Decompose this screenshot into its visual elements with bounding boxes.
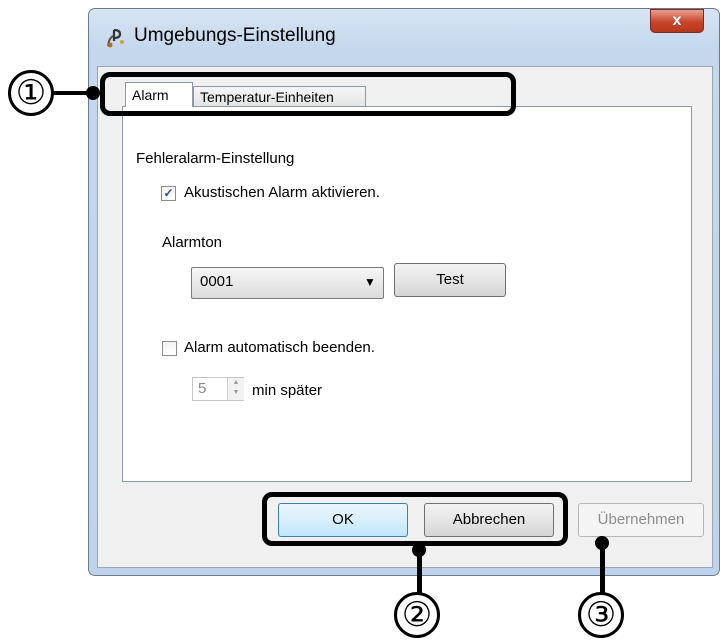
stepper-down-icon[interactable]: ▼ bbox=[228, 388, 244, 398]
close-icon: x bbox=[672, 12, 682, 29]
app-icon bbox=[104, 26, 128, 50]
window-title: Umgebungs-Einstellung bbox=[134, 25, 336, 46]
section-label-fehleralarm: Fehleralarm-Einstellung bbox=[136, 150, 295, 167]
callout-highlight-buttons bbox=[262, 492, 568, 546]
auto-stop-checkbox[interactable] bbox=[162, 341, 177, 356]
callout-dot-3 bbox=[595, 536, 609, 550]
minutes-value: 5 bbox=[198, 380, 207, 397]
auto-stop-label: Alarm automatisch beenden. bbox=[184, 339, 375, 356]
callout-dot-2 bbox=[412, 543, 426, 557]
close-button[interactable]: x bbox=[650, 9, 704, 33]
stepper-up-icon[interactable]: ▲ bbox=[228, 378, 244, 388]
chevron-down-icon: ▼ bbox=[364, 275, 376, 289]
check-icon: ✓ bbox=[163, 186, 174, 200]
acoustic-alarm-checkbox[interactable]: ✓ bbox=[161, 186, 176, 201]
callout-number-1: ① bbox=[8, 70, 54, 116]
tab-alarm[interactable]: Alarm bbox=[125, 82, 193, 107]
test-button[interactable]: Test bbox=[394, 263, 506, 297]
alarm-tone-value: 0001 bbox=[200, 273, 234, 290]
callout-number-3: ③ bbox=[578, 592, 624, 638]
callout-dot-1 bbox=[86, 86, 100, 100]
callout-number-2: ② bbox=[394, 592, 440, 638]
alarm-tone-label: Alarmton bbox=[162, 234, 223, 251]
acoustic-alarm-label: Akustischen Alarm aktivieren. bbox=[184, 184, 380, 201]
apply-button[interactable]: Übernehmen bbox=[578, 503, 704, 537]
minutes-suffix-label: min später bbox=[252, 382, 323, 399]
stepper-buttons[interactable]: ▲ ▼ bbox=[227, 378, 244, 400]
